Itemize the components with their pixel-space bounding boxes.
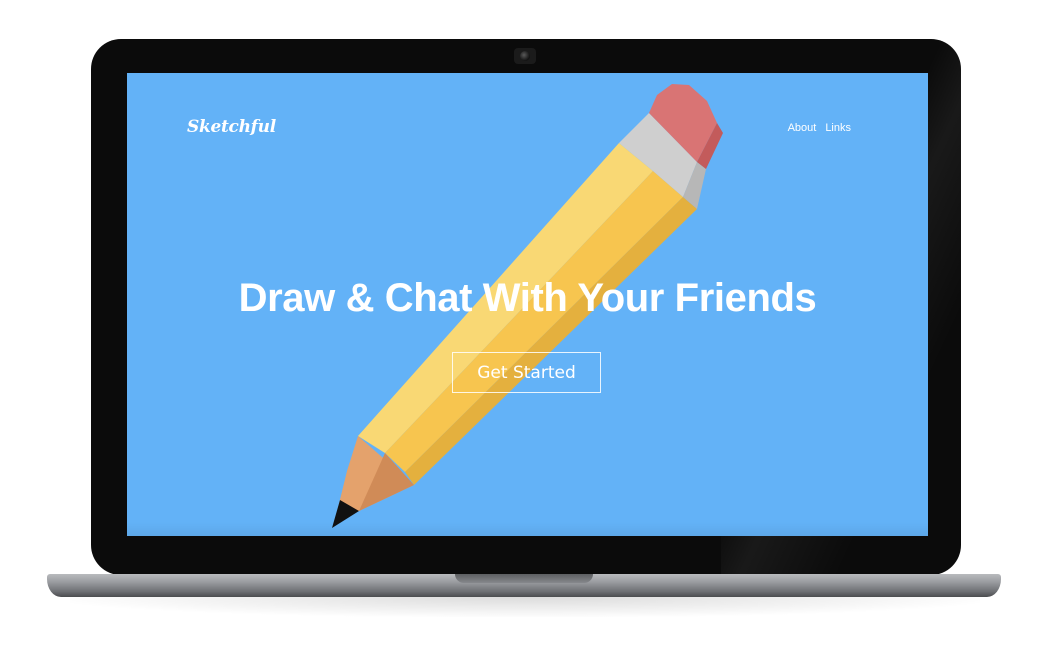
nav-link-links[interactable]: Links bbox=[825, 122, 851, 134]
laptop-screen: Sketchful About Links Draw & Chat With Y… bbox=[127, 73, 928, 536]
laptop-base bbox=[47, 574, 1001, 597]
site-logo[interactable]: Sketchful bbox=[187, 117, 276, 137]
webcam-icon bbox=[514, 48, 536, 64]
hero-headline: Draw & Chat With Your Friends bbox=[238, 276, 817, 320]
top-nav: About Links bbox=[788, 122, 851, 134]
nav-link-about[interactable]: About bbox=[788, 122, 817, 134]
get-started-button[interactable]: Get Started bbox=[452, 352, 601, 393]
screen-bottom-shade bbox=[127, 522, 928, 536]
webcam-lens bbox=[520, 51, 530, 61]
laptop-shadow bbox=[70, 597, 980, 617]
laptop-hinge-notch bbox=[455, 574, 593, 583]
pencil-body-center-face bbox=[385, 171, 683, 472]
